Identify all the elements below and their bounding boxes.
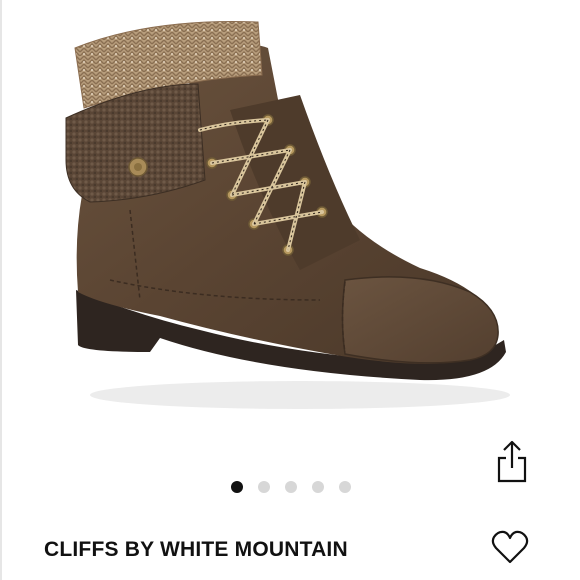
- carousel-dot-5[interactable]: [339, 481, 351, 493]
- carousel-dot-3[interactable]: [285, 481, 297, 493]
- listing-brand-title[interactable]: CLIFFS BY WHITE MOUNTAIN: [44, 538, 348, 562]
- share-icon[interactable]: [492, 438, 532, 486]
- carousel-dot-2[interactable]: [258, 481, 270, 493]
- image-carousel-dots: [0, 481, 580, 493]
- carousel-dot-4[interactable]: [312, 481, 324, 493]
- heart-icon[interactable]: [490, 528, 530, 566]
- listing-page: CLIFFS BY WHITE MOUNTAIN: [0, 0, 580, 580]
- product-image[interactable]: [0, 0, 580, 470]
- carousel-dot-1[interactable]: [231, 481, 243, 493]
